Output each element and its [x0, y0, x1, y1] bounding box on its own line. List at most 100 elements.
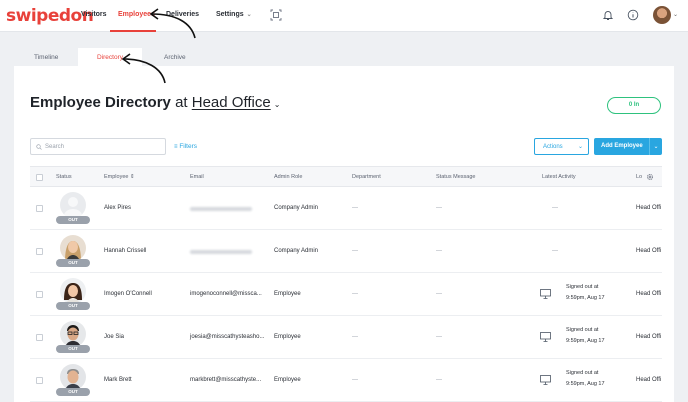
row-checkbox[interactable] [36, 334, 43, 341]
col-employee[interactable]: Employee ⇕ [104, 174, 135, 180]
employee-email: joesia@misscathysteasho... [190, 334, 265, 340]
department: — [352, 377, 358, 383]
activity-line1: Signed out at [566, 284, 599, 290]
status-message: — [436, 377, 442, 383]
in-count-badge[interactable]: 0 In [607, 97, 661, 114]
col-status-message[interactable]: Status Message [436, 174, 475, 180]
employee-location: Head Offi [636, 248, 662, 254]
blurred-email [190, 207, 252, 211]
col-location[interactable]: Lo [636, 174, 642, 180]
chevron-down-icon[interactable]: ⌄ [274, 100, 281, 109]
status-message: — [436, 291, 442, 297]
monitor-icon [540, 375, 551, 385]
page-title-text: Employee Directory [30, 94, 171, 111]
subnav-tabs: Timeline Directory Archive [14, 48, 674, 66]
user-avatar[interactable] [653, 6, 671, 24]
admin-role: Company Admin [274, 205, 319, 211]
col-email[interactable]: Email [190, 174, 204, 180]
activity-line2: 9:59pm, Aug 17 [566, 295, 605, 301]
page-title: Employee Directory at Head Office ⌄ [30, 94, 280, 111]
chevron-down-icon: ⌄ [578, 144, 584, 150]
monitor-icon [540, 289, 551, 299]
status-badge: OUT [56, 345, 90, 353]
nav-settings[interactable]: Settings ⌄ [216, 11, 252, 18]
department: — [352, 334, 358, 340]
location-selector[interactable]: Head Office [192, 94, 271, 111]
table-row[interactable]: OUT Imogen O'Connell imogenoconnell@missca… [30, 273, 662, 316]
col-admin-role[interactable]: Admin Role [274, 174, 302, 180]
table-row[interactable]: OUT Hannah Crissell Company Admin — — — Head O… [30, 230, 662, 273]
col-department[interactable]: Department [352, 174, 381, 180]
filters-button[interactable]: ≡ Filters [174, 143, 197, 150]
info-icon[interactable] [627, 9, 639, 21]
sort-icon: ⇕ [130, 174, 135, 180]
row-checkbox[interactable] [36, 377, 43, 384]
filters-icon: ≡ [174, 144, 178, 150]
blurred-email [190, 250, 252, 254]
employee-photo [60, 364, 86, 390]
status-message: — [436, 248, 442, 254]
employee-photo [60, 278, 86, 304]
department: — [352, 205, 358, 211]
admin-role: Employee [274, 334, 301, 340]
table-row[interactable]: OUT Joe Sia joesia@misscathysteasho... Empl… [30, 316, 662, 359]
kiosk-qr-icon[interactable] [270, 9, 282, 21]
col-latest-activity[interactable]: Latest Activity [542, 174, 576, 180]
top-navigation-bar: swipedon Visitors Employees Deliveries S… [0, 0, 688, 32]
department: — [352, 291, 358, 297]
add-employee-menu-chevron[interactable]: ⌄ [649, 138, 662, 155]
filters-label: Filters [179, 143, 198, 150]
col-status[interactable]: Status [56, 174, 72, 180]
col-employee-label: Employee [104, 174, 129, 180]
status-badge: OUT [56, 216, 90, 224]
activity-empty: — [552, 205, 558, 211]
chevron-down-icon: ⌄ [246, 12, 252, 18]
status-badge: OUT [56, 302, 90, 310]
employee-name[interactable]: Alex Pires [104, 205, 131, 211]
activity-line1: Signed out at [566, 327, 599, 333]
row-checkbox[interactable] [36, 205, 43, 212]
status-message: — [436, 205, 442, 211]
admin-role: Company Admin [274, 248, 319, 254]
monitor-icon [540, 332, 551, 342]
tab-timeline[interactable]: Timeline [34, 48, 58, 66]
employee-location: Head Offi [636, 334, 662, 340]
employee-name[interactable]: Imogen O'Connell [104, 291, 152, 297]
gear-icon[interactable] [646, 173, 654, 181]
activity-line2: 9:59pm, Aug 17 [566, 338, 605, 344]
status-badge: OUT [56, 259, 90, 267]
employee-name[interactable]: Mark Brett [104, 377, 132, 383]
row-checkbox[interactable] [36, 291, 43, 298]
bell-icon[interactable] [602, 9, 614, 21]
employee-name[interactable]: Joe Sia [104, 334, 124, 340]
chevron-down-icon[interactable]: ⌄ [673, 11, 678, 18]
status-badge: OUT [56, 388, 90, 396]
page-title-at: at [175, 94, 188, 111]
employee-photo [60, 192, 86, 218]
table-row[interactable]: OUT Mark Brett markbrett@misscathyste... Em… [30, 359, 662, 402]
employee-location: Head Offi [636, 377, 662, 383]
admin-role: Employee [274, 377, 301, 383]
row-checkbox[interactable] [36, 248, 43, 255]
table-row[interactable]: OUT Alex Pires Company Admin — — — Head Offi [30, 187, 662, 230]
employee-photo [60, 321, 86, 347]
annotation-arrow [121, 53, 166, 84]
activity-line1: Signed out at [566, 370, 599, 376]
annotation-arrow [149, 8, 196, 39]
employee-email: markbrett@misscathyste... [190, 377, 262, 383]
directory-panel: Employee Directory at Head Office ⌄ 0 In … [14, 66, 674, 402]
employee-email: imogenoconnell@missca... [190, 291, 262, 297]
select-all-checkbox[interactable] [36, 174, 43, 181]
activity-empty: — [552, 248, 558, 254]
activity-line2: 9:59pm, Aug 17 [566, 381, 605, 387]
employee-name[interactable]: Hannah Crissell [104, 248, 146, 254]
department: — [352, 248, 358, 254]
nav-settings-label: Settings [216, 11, 244, 18]
actions-label: Actions [543, 144, 563, 150]
actions-dropdown[interactable]: Actions ⌄ [534, 138, 589, 155]
search-icon [36, 144, 42, 150]
nav-visitors[interactable]: Visitors [81, 11, 107, 18]
employee-location: Head Offi [636, 205, 662, 211]
search-input[interactable]: Search [30, 138, 166, 155]
status-message: — [436, 334, 442, 340]
